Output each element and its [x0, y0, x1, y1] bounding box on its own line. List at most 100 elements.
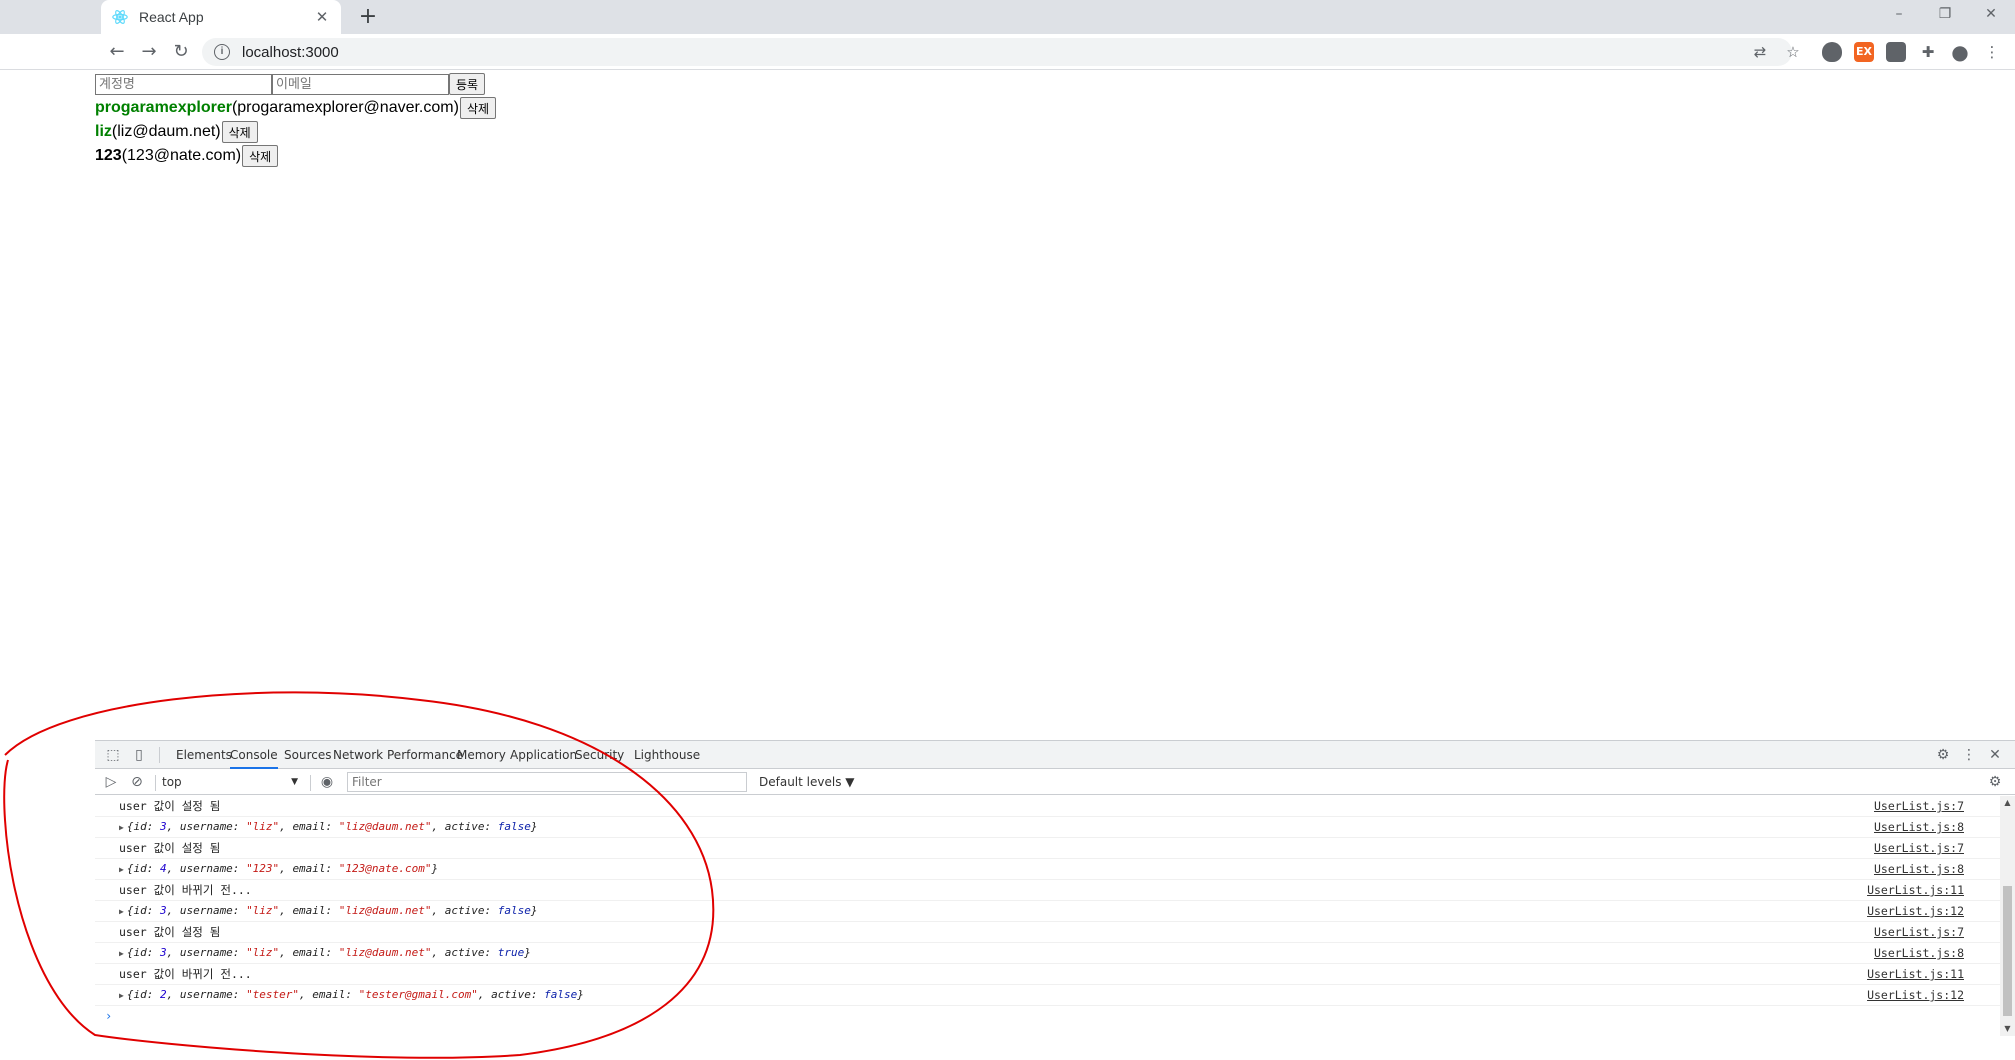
expand-triangle-icon[interactable]: ▶	[119, 991, 124, 1000]
new-tab-button[interactable]: +	[355, 4, 381, 30]
camera-extension-icon[interactable]	[1886, 42, 1906, 62]
log-source-link[interactable]: UserList.js:8	[1874, 943, 1964, 963]
user-username[interactable]: 123	[95, 147, 122, 165]
filter-divider	[155, 775, 156, 791]
log-message: user 값이 바뀌기 전...	[119, 967, 252, 981]
log-id: 3	[159, 820, 167, 833]
log-source-link[interactable]: UserList.js:7	[1874, 838, 1964, 858]
expand-triangle-icon[interactable]: ▶	[119, 949, 124, 958]
forward-arrow-icon[interactable]: →	[137, 40, 161, 64]
console-log-line: ▶ {id: 2, username: "tester", email: "tes…	[95, 985, 2000, 1006]
window-close-button[interactable]: ✕	[1968, 0, 2014, 30]
devtools-tab-bar: ⬚ ▯ Elements Console Sources Network Perform…	[95, 741, 2015, 769]
log-source-link[interactable]: UserList.js:12	[1867, 901, 1964, 921]
scrollbar-thumb[interactable]	[2003, 886, 2012, 1016]
log-active: false	[544, 988, 578, 1001]
translate-icon[interactable]: ⇄	[1749, 41, 1771, 63]
devtools-menu-icon[interactable]: ⋮	[1959, 745, 1979, 765]
inspect-element-icon[interactable]: ⬚	[103, 745, 123, 765]
user-email: (progaramexplorer@naver.com)	[231, 99, 459, 116]
console-log-line: user 값이 설정 됨 UserList.js:7	[95, 796, 2000, 817]
log-source-link[interactable]: UserList.js:12	[1867, 985, 1964, 1005]
email-input[interactable]	[272, 73, 449, 95]
context-select[interactable]: top ▼	[160, 772, 300, 792]
console-scrollbar[interactable]: ▲ ▼	[2000, 796, 2015, 1036]
browser-menu-icon[interactable]: ⋮	[1981, 41, 2003, 63]
devtools-tab-lighthouse[interactable]: Lighthouse	[634, 741, 700, 769]
user-row: progaramexplorer (progaramexplorer@naver.…	[95, 96, 497, 120]
scroll-up-icon[interactable]: ▲	[2000, 796, 2015, 810]
log-object[interactable]: ▶ {id: 3, username: "liz", email: "liz@da…	[119, 943, 531, 964]
console-prompt-line[interactable]: ›	[95, 1006, 2000, 1026]
delete-button[interactable]: 삭제	[221, 121, 258, 143]
devtools-tab-application[interactable]: Application	[510, 741, 577, 769]
expand-triangle-icon[interactable]: ▶	[119, 907, 124, 916]
devtools-tab-console[interactable]: Console	[230, 741, 278, 769]
user-row: liz (liz@daum.net) 삭제	[95, 120, 496, 144]
tab-title: React App	[139, 9, 204, 25]
log-object[interactable]: ▶ {id: 3, username: "liz", email: "liz@da…	[119, 817, 538, 838]
scroll-down-icon[interactable]: ▼	[2000, 1022, 2015, 1036]
profile-avatar-icon[interactable]: ●	[1949, 41, 1971, 63]
delete-button[interactable]: 삭제	[242, 145, 279, 167]
log-levels-dropdown[interactable]: Default levels ▼	[759, 772, 855, 792]
log-id: 3	[159, 946, 167, 959]
log-source-link[interactable]: UserList.js:7	[1874, 922, 1964, 942]
log-source-link[interactable]: UserList.js:8	[1874, 859, 1964, 879]
minimize-button[interactable]: –	[1876, 0, 1922, 30]
console-settings-icon[interactable]: ⚙	[1985, 772, 2005, 792]
submit-button[interactable]: 등록	[449, 73, 486, 95]
device-toolbar-icon[interactable]: ▯	[129, 745, 149, 765]
console-log-line: ▶ {id: 3, username: "liz", email: "liz@da…	[95, 943, 2000, 964]
log-source-link[interactable]: UserList.js:7	[1874, 796, 1964, 816]
console-prompt-icon: ›	[105, 1009, 113, 1023]
devtools-tab-performance[interactable]: Performance	[387, 741, 463, 769]
log-username: "liz"	[246, 820, 280, 833]
context-select-value: top	[162, 775, 182, 789]
user-list: progaramexplorer (progaramexplorer@naver.…	[95, 96, 497, 168]
log-message: user 값이 설정 됨	[119, 841, 221, 855]
live-expression-eye-icon[interactable]: ◉	[317, 772, 337, 792]
browser-tab[interactable]: React App ✕	[101, 0, 341, 34]
devtools-settings-icon[interactable]: ⚙	[1933, 745, 1953, 765]
console-filter-input[interactable]	[347, 772, 747, 792]
sidebar-toggle-icon[interactable]: ▷	[101, 772, 121, 792]
bookmark-star-icon[interactable]: ☆	[1782, 41, 1804, 63]
restore-button[interactable]: ❐	[1922, 0, 1968, 30]
site-info-icon[interactable]: i	[214, 44, 230, 60]
log-active: false	[497, 904, 531, 917]
browser-toolbar: ← → ↻ i localhost:3000 ⇄ ☆ EX ✚ ● ⋮	[0, 34, 2015, 70]
extensions-puzzle-icon[interactable]: ✚	[1917, 41, 1939, 63]
back-arrow-icon[interactable]: ←	[105, 40, 129, 64]
reload-icon[interactable]: ↻	[169, 40, 193, 64]
devtools-tab-memory[interactable]: Memory	[457, 741, 506, 769]
log-username: "liz"	[246, 946, 280, 959]
clear-console-icon[interactable]: ⊘	[127, 772, 147, 792]
address-bar[interactable]: i localhost:3000	[202, 38, 1792, 66]
devtools-tab-sources[interactable]: Sources	[284, 741, 331, 769]
log-source-link[interactable]: UserList.js:11	[1867, 964, 1964, 984]
devtools-tab-elements[interactable]: Elements	[176, 741, 232, 769]
username-input[interactable]	[95, 73, 272, 95]
devtools-tab-security[interactable]: Security	[575, 741, 624, 769]
log-email: "liz@daum.net"	[338, 946, 432, 959]
orange-extension-icon[interactable]: EX	[1854, 42, 1874, 62]
devtools-close-icon[interactable]: ✕	[1985, 745, 2005, 765]
log-object[interactable]: ▶ {id: 4, username: "123", email: "123@na…	[119, 859, 438, 880]
console-log-line: ▶ {id: 3, username: "liz", email: "liz@da…	[95, 901, 2000, 922]
log-object[interactable]: ▶ {id: 2, username: "tester", email: "tes…	[119, 985, 584, 1006]
log-object[interactable]: ▶ {id: 3, username: "liz", email: "liz@da…	[119, 901, 538, 922]
console-filter-bar: ▷ ⊘ top ▼ ◉ Default levels ▼ ⚙	[95, 769, 2015, 795]
console-log-line: user 값이 바뀌기 전... UserList.js:11	[95, 964, 2000, 985]
filter-divider-2	[310, 775, 311, 791]
tab-close-icon[interactable]: ✕	[313, 8, 331, 26]
log-source-link[interactable]: UserList.js:8	[1874, 817, 1964, 837]
user-username[interactable]: progaramexplorer	[95, 99, 232, 117]
devtools-tab-network[interactable]: Network	[333, 741, 383, 769]
delete-button[interactable]: 삭제	[459, 97, 497, 119]
log-source-link[interactable]: UserList.js:11	[1867, 880, 1964, 900]
shield-extension-icon[interactable]	[1822, 42, 1842, 62]
user-username[interactable]: liz	[95, 123, 112, 141]
expand-triangle-icon[interactable]: ▶	[119, 865, 124, 874]
expand-triangle-icon[interactable]: ▶	[119, 823, 124, 832]
